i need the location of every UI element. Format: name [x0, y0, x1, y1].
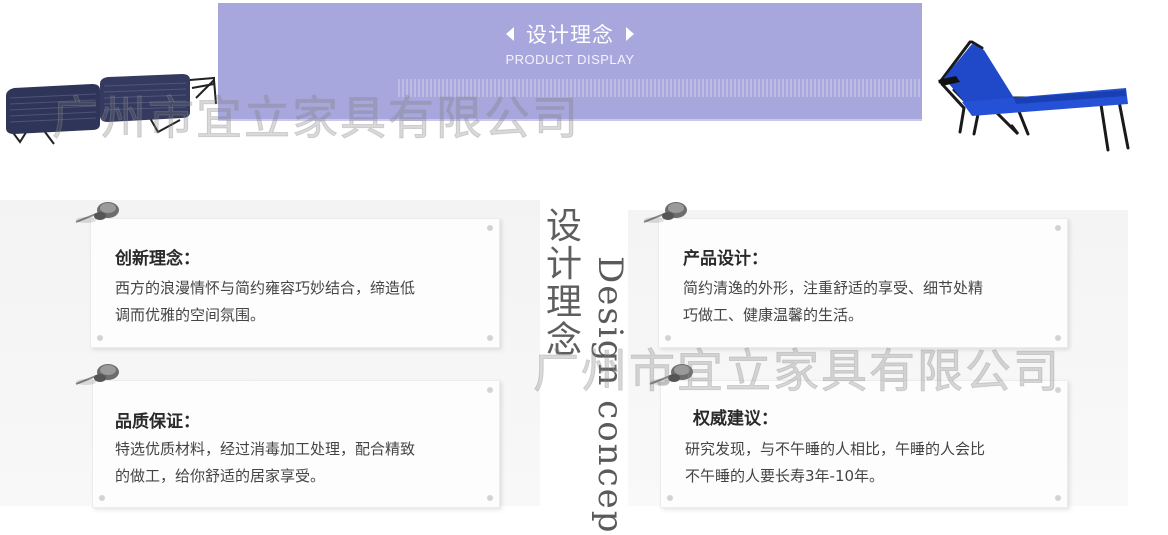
banner-title-row: 设计理念 — [218, 19, 922, 49]
watermark-text: 广州市宜立家具有限公司 — [52, 91, 580, 146]
pushpin-icon — [643, 202, 687, 223]
card-line: 调而优雅的空间氛围。 — [115, 306, 266, 324]
pushpin-icon — [75, 364, 119, 385]
card-line: 简约清逸的外形，注重舒适的享受、细节处精 — [683, 279, 984, 297]
card-line: 研究发现，与不午睡的人相比，午睡的人会比 — [685, 440, 986, 458]
watermark-text: 广州市宜立家具有限公司 — [533, 344, 1061, 399]
triangle-right-icon — [626, 27, 634, 41]
card-line: 西方的浪漫情怀与简约雍容巧妙结合，缔造低 — [115, 279, 416, 297]
banner-subtitle: PRODUCT DISPLAY — [505, 52, 635, 67]
card-line: 巧做工、健康温馨的生活。 — [683, 306, 864, 324]
banner-title: 设计理念 — [526, 23, 614, 47]
card-title: 权威建议： — [693, 409, 778, 429]
triangle-left-icon — [506, 27, 514, 41]
pushpin-icon — [75, 202, 119, 223]
card-title: 产品设计： — [683, 249, 768, 269]
card-line: 的做工，给你舒适的居家享受。 — [115, 467, 326, 485]
blue-lounger-image — [938, 40, 1130, 152]
card-title: 创新理念： — [115, 249, 200, 269]
card-quality: 品质保证： 特选优质材料，经过消毒加工处理，配合精致 的做工，给你舒适的居家享受… — [92, 380, 500, 508]
card-line: 不午睡的人要长寿3年-10年。 — [685, 467, 885, 485]
card-line: 特选优质材料，经过消毒加工处理，配合精致 — [115, 440, 416, 458]
card-body: 简约清逸的外形，注重舒适的享受、细节处精 巧做工、健康温馨的生活。 — [683, 275, 983, 329]
card-innovation: 创新理念： 西方的浪漫情怀与简约雍容巧妙结合，缔造低 调而优雅的空间氛围。 — [90, 218, 500, 348]
card-product-design: 产品设计： 简约清逸的外形，注重舒适的享受、细节处精 巧做工、健康温馨的生活。 — [658, 218, 1068, 348]
card-body: 西方的浪漫情怀与简约雍容巧妙结合，缔造低 调而优雅的空间氛围。 — [115, 275, 415, 329]
card-title: 品质保证： — [115, 412, 200, 432]
card-body: 特选优质材料，经过消毒加工处理，配合精致 的做工，给你舒适的居家享受。 — [115, 436, 415, 490]
card-body: 研究发现，与不午睡的人相比，午睡的人会比 不午睡的人要长寿3年-10年。 — [685, 436, 985, 490]
